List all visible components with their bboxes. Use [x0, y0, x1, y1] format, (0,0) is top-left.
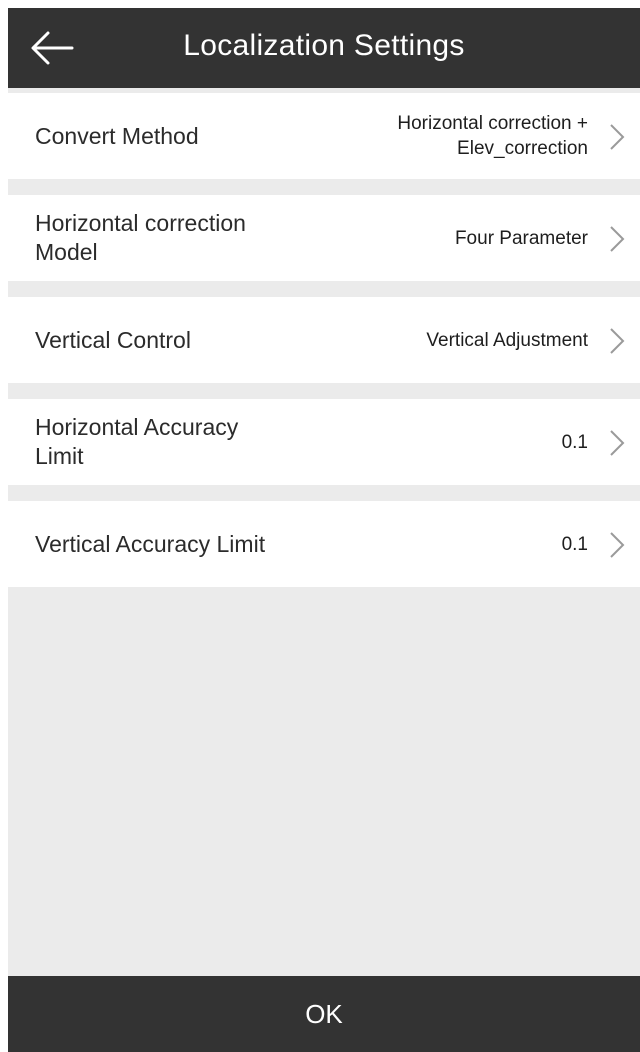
setting-row-vertical-accuracy-limit[interactable]: Vertical Accuracy Limit 0.1 — [8, 501, 640, 587]
setting-value-line: Elev_correction — [457, 138, 588, 159]
chevron-right-icon — [610, 430, 625, 456]
page-title: Localization Settings — [183, 29, 465, 62]
setting-value-line: Horizontal correction + — [397, 113, 588, 134]
setting-value: 0.1 — [561, 533, 588, 555]
chevron-right-icon — [610, 532, 625, 558]
setting-value: Vertical Adjustment — [426, 329, 588, 351]
setting-label: Convert Method — [35, 122, 199, 149]
setting-row-horizontal-correction-model[interactable]: Horizontal correction Model Four Paramet… — [8, 195, 640, 281]
setting-value: Four Parameter — [454, 227, 588, 249]
ok-button[interactable]: OK — [8, 976, 640, 1052]
setting-row-vertical-control[interactable]: Vertical Control Vertical Adjustment — [8, 297, 640, 383]
setting-label: Horizontal Accuracy Limit — [35, 414, 239, 469]
arrow-left-icon[interactable] — [30, 30, 74, 66]
setting-row-convert-method[interactable]: Convert Method Horizontal correction + E… — [8, 93, 640, 179]
setting-row-horizontal-accuracy-limit[interactable]: Horizontal Accuracy Limit 0.1 — [8, 399, 640, 485]
ok-button-label: OK — [305, 999, 343, 1029]
chevron-right-icon — [610, 328, 625, 354]
setting-value: 0.1 — [561, 431, 588, 453]
setting-label: Horizontal correction Model — [35, 210, 246, 265]
setting-label: Vertical Control — [35, 326, 191, 353]
app-screen: Localization Settings Convert Method Hor… — [8, 8, 640, 1052]
chevron-right-icon — [610, 226, 625, 252]
setting-value: Horizontal correction + Elev_correction — [288, 93, 588, 179]
title-bar: Localization Settings — [8, 8, 640, 88]
setting-label: Vertical Accuracy Limit — [35, 530, 266, 557]
chevron-right-icon — [610, 124, 625, 150]
